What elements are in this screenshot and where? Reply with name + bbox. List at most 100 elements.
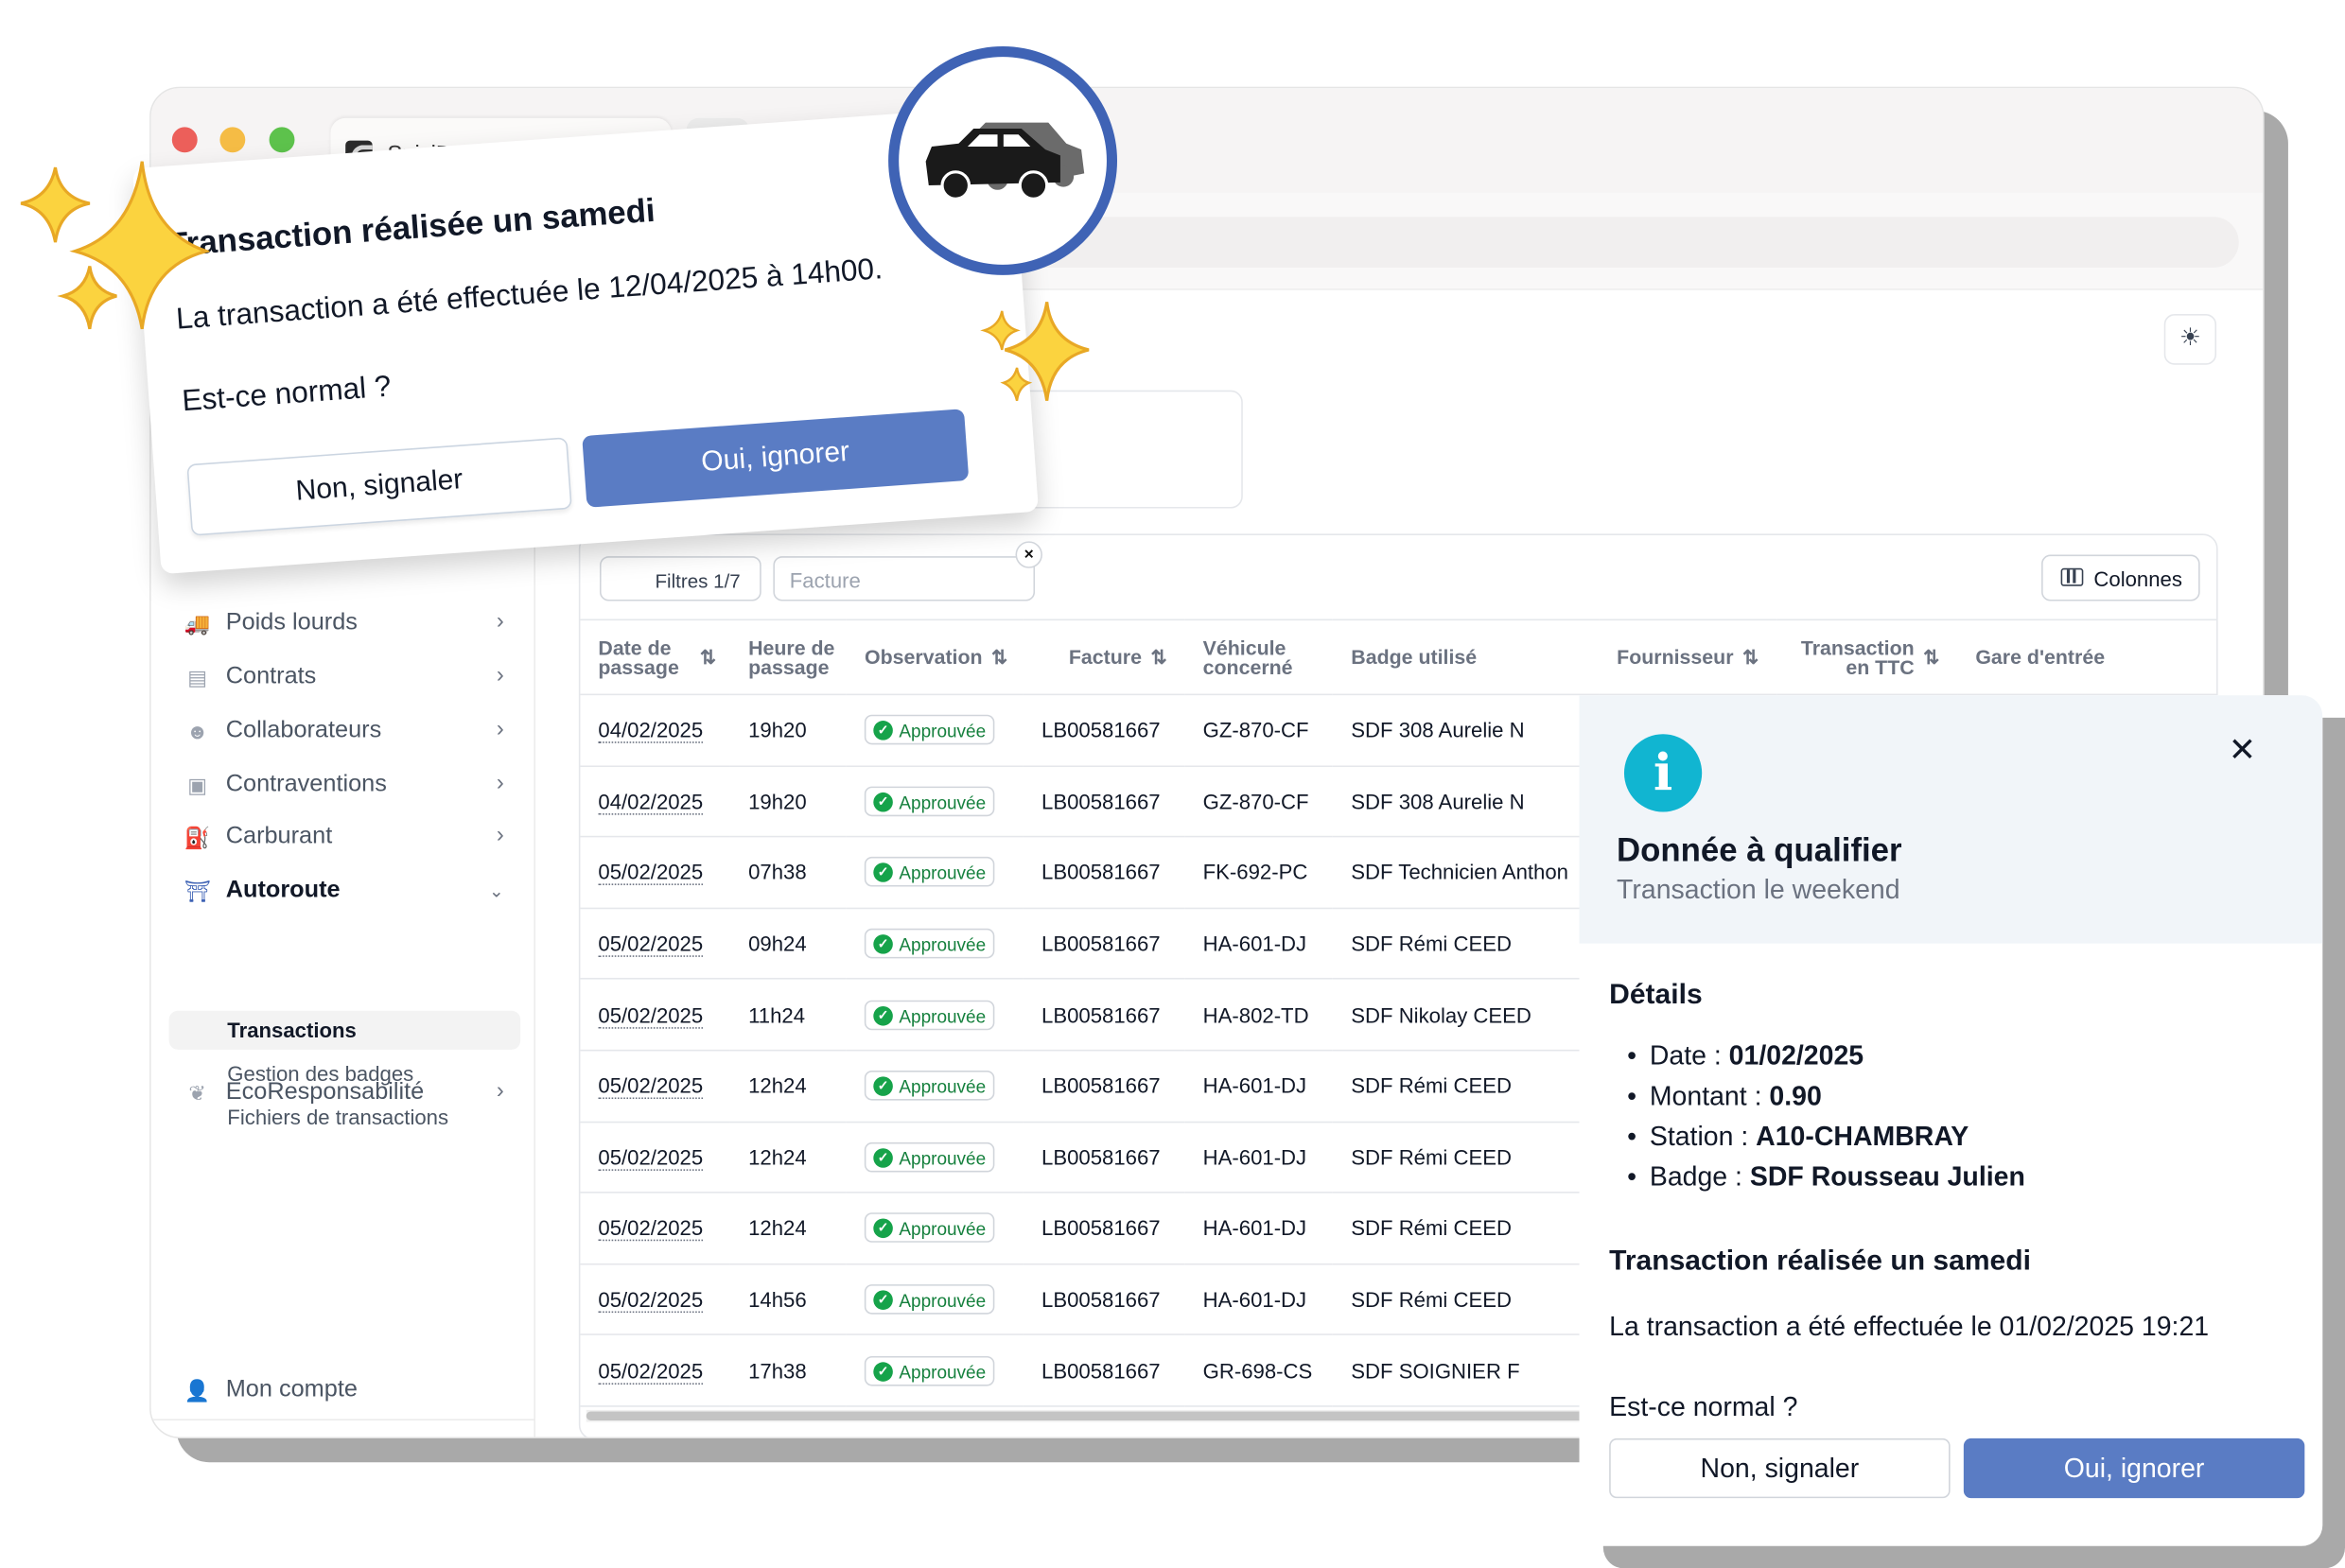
invoice-cell: LB00581667: [1024, 979, 1185, 1052]
vehicle-cell: HA-601-DJ: [1184, 1050, 1334, 1123]
time-cell-text: 07h38: [748, 860, 807, 885]
time-cell: 12h24: [730, 1050, 848, 1123]
panel-question: Est-ce normal ?: [1609, 1391, 1798, 1422]
sidebar-item-collaborateurs[interactable]: ☻ Collaborateurs ›: [181, 710, 513, 755]
col-header-vehicule: Véhicule concerné: [1184, 618, 1334, 696]
sidebar-item-contrats[interactable]: ▤ Contrats ›: [181, 656, 513, 701]
detail-label: Badge :: [1649, 1161, 1750, 1193]
table-header-row: Date de passage ⇅ Heure de passage Observ…: [580, 618, 2217, 696]
close-icon[interactable]: ✕: [2229, 731, 2256, 770]
maximize-window-button[interactable]: [269, 127, 295, 153]
status-badge: Approuvée: [865, 1071, 995, 1102]
invoice-cell: LB00581667: [1024, 1121, 1185, 1193]
chevron-down-icon: ⌄: [488, 880, 504, 902]
columns-label: Colonnes: [2093, 566, 2182, 591]
report-button[interactable]: Non, signaler: [1609, 1437, 1951, 1499]
report-button[interactable]: Non, signaler: [186, 437, 572, 536]
sort-icon[interactable]: ⇅: [1742, 648, 1759, 668]
vehicle-cell-text: GZ-870-CF: [1202, 718, 1309, 742]
date-cell: 05/02/2025: [580, 1050, 731, 1123]
sidebar-item-carburant[interactable]: ⛽ Carburant ›: [181, 816, 513, 861]
invoice-cell: LB00581667: [1024, 1050, 1185, 1123]
app-logo: [888, 46, 1118, 275]
vehicle-cell: GZ-870-CF: [1184, 694, 1334, 767]
qualification-panel: i ✕ Donnée à qualifier Transaction le we…: [1579, 695, 2323, 1546]
time-cell-text: 12h24: [748, 1073, 807, 1098]
header-label: Heure de passage: [748, 636, 835, 678]
col-header-observation[interactable]: Observation ⇅: [847, 618, 1024, 696]
date-cell: 04/02/2025: [580, 694, 731, 767]
sidebar-item-label: EcoResponsabilité: [225, 1079, 425, 1106]
header-label: Facture: [1068, 645, 1142, 668]
fuel-pump-icon: ⛽: [184, 825, 211, 850]
status-badge: Approuvée: [865, 1284, 995, 1315]
alert-question: Est-ce normal ?: [181, 370, 393, 419]
vehicle-cell-text: HA-601-DJ: [1202, 1144, 1307, 1170]
invoice-search-input[interactable]: Facture: [773, 556, 1036, 601]
vehicle-cell: HA-601-DJ: [1184, 1121, 1334, 1193]
badge-cell-text: SDF Rémi CEED: [1351, 1144, 1513, 1170]
panel-title: Donnée à qualifier: [1617, 831, 1902, 869]
invoice-cell-text: LB00581667: [1041, 789, 1161, 813]
invoice-cell: LB00581667: [1024, 836, 1185, 909]
sort-icon[interactable]: ⇅: [991, 648, 1007, 668]
header-label: Observation: [865, 645, 983, 668]
detail-label: Date :: [1649, 1040, 1729, 1071]
ignore-button[interactable]: Oui, ignorer: [582, 409, 970, 508]
date-cell: 05/02/2025: [580, 836, 731, 909]
sidebar-subitem-transactions[interactable]: Transactions: [168, 1010, 521, 1050]
date-cell: 05/02/2025: [580, 1334, 731, 1407]
account-menu[interactable]: 👤 Mon compte: [181, 1369, 513, 1414]
date-cell-text: 04/02/2025: [598, 789, 704, 815]
vehicle-cell: HA-601-DJ: [1184, 1263, 1334, 1336]
theme-toggle-button[interactable]: ☀: [2163, 314, 2217, 365]
date-cell-text: 05/02/2025: [598, 932, 704, 957]
header-label: Badge utilisé: [1351, 645, 1478, 669]
header-label: Fournisseur: [1617, 645, 1734, 668]
badge-cell-text: SDF Rémi CEED: [1351, 1287, 1513, 1312]
sort-icon[interactable]: ⇅: [700, 648, 716, 668]
badge-cell: SDF 308 Aurelie N: [1333, 694, 1600, 767]
panel-subtitle: Transaction le weekend: [1617, 874, 1900, 905]
sidebar-item-ecoresponsabilite[interactable]: ❦ EcoResponsabilité ›: [181, 1072, 513, 1117]
minimize-window-button[interactable]: [219, 127, 246, 153]
sort-icon[interactable]: ⇅: [1150, 648, 1166, 668]
status-badge: Approuvée: [865, 1212, 995, 1244]
sidebar-item-poids-lourds[interactable]: 🚚 Poids lourds ›: [181, 602, 513, 647]
badge-cell-text: SDF 308 Aurelie N: [1351, 718, 1525, 742]
chevron-right-icon: ›: [496, 1077, 504, 1104]
details-list: Date : 01/02/2025 Montant : 0.90 Station…: [1627, 1040, 2025, 1202]
sidebar-item-autoroute[interactable]: ⛩ Autoroute ⌄: [181, 870, 513, 915]
col-header-date[interactable]: Date de passage ⇅: [580, 618, 731, 696]
sidebar-item-label: Contraventions: [225, 771, 387, 797]
badge-cell: SDF 308 Aurelie N: [1333, 765, 1600, 838]
col-header-fournisseur[interactable]: Fournisseur ⇅: [1599, 618, 1777, 696]
time-cell: 19h20: [730, 694, 848, 767]
col-header-facture[interactable]: Facture ⇅: [1024, 618, 1185, 696]
date-cell-text: 05/02/2025: [598, 1216, 704, 1242]
vehicle-cell-text: GR-698-CS: [1202, 1358, 1313, 1383]
filters-button[interactable]: Filtres 1/7: [599, 556, 761, 601]
date-cell-text: 05/02/2025: [598, 1073, 704, 1100]
time-cell-text: 19h20: [748, 718, 807, 742]
columns-button[interactable]: Colonnes: [2041, 554, 2200, 601]
status-badge: Approuvée: [865, 1355, 995, 1386]
badge-cell: SDF SOIGNIER F: [1333, 1334, 1600, 1407]
sort-icon[interactable]: ⇅: [1923, 648, 1939, 668]
observation-cell: Approuvée: [847, 1050, 1024, 1123]
chevron-right-icon: ›: [496, 662, 504, 688]
date-cell: 05/02/2025: [580, 1193, 731, 1265]
ignore-button[interactable]: Oui, ignorer: [1963, 1437, 2305, 1499]
time-cell: 17h38: [730, 1334, 848, 1407]
detail-station: Station : A10-CHAMBRAY: [1627, 1122, 2025, 1162]
badge-cell: SDF Technicien Anthon: [1333, 836, 1600, 909]
sparkles-icon: [20, 161, 210, 330]
vehicle-cell: HA-601-DJ: [1184, 908, 1334, 981]
truck-icon: 🚚: [184, 611, 211, 636]
col-header-ttc[interactable]: Transaction en TTC ⇅: [1776, 618, 1958, 696]
badge-cell: SDF Rémi CEED: [1333, 1193, 1600, 1265]
clear-search-icon[interactable]: ×: [1015, 541, 1042, 568]
time-cell: 12h24: [730, 1193, 848, 1265]
scrollbar-thumb[interactable]: [586, 1411, 1619, 1420]
sidebar-item-contraventions[interactable]: ▣ Contraventions ›: [181, 764, 513, 809]
